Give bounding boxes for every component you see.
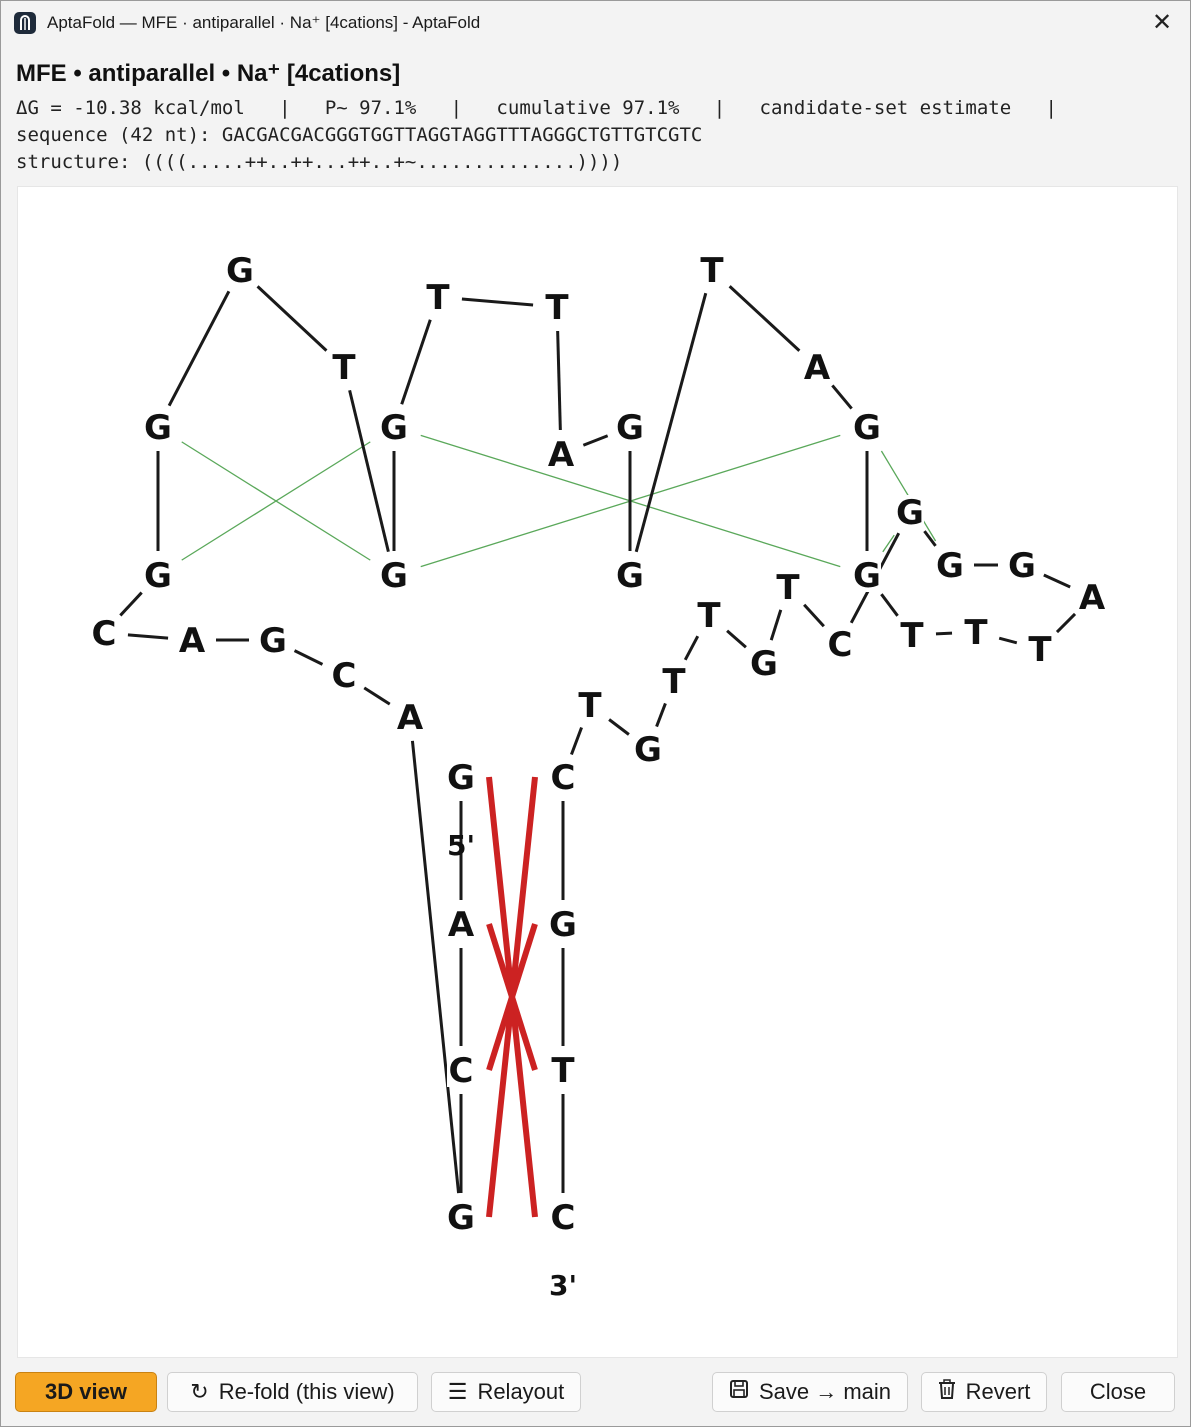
backbone-segment xyxy=(728,285,801,352)
aptafold-logo-icon xyxy=(14,12,36,34)
nucleotide-g: G xyxy=(853,556,881,596)
structure-diagram[interactable]: GACGACGACGGGTGGT TAGGTAGGT T TAGGGCTGTTGTCG… xyxy=(18,187,1177,1357)
nucleotide-c: C xyxy=(551,758,576,798)
refresh-icon: ↻ xyxy=(190,1379,209,1404)
nucleotide-g: G xyxy=(936,546,964,586)
backbone-segment xyxy=(803,603,825,628)
relayout-label: Relayout xyxy=(477,1379,565,1404)
nucleotide-t: T xyxy=(1028,630,1052,670)
window-title: AptaFold — MFE · antiparallel · Na⁺ [4ca… xyxy=(47,13,481,32)
backbone-segment xyxy=(410,740,461,1194)
revert-label: Revert xyxy=(965,1379,1031,1404)
nucleotide-g: G xyxy=(447,1198,475,1238)
backbone-segment xyxy=(726,629,747,649)
nucleotide-g: G xyxy=(259,621,287,661)
backbone-segment xyxy=(831,384,853,410)
nucleotide-a: A xyxy=(448,905,475,945)
nucleotide-t: T xyxy=(964,613,988,653)
nucleotide-g: G xyxy=(549,905,577,945)
nucleotide-t: T xyxy=(900,616,924,656)
backbone-segment xyxy=(769,609,783,641)
nucleotide-g: G xyxy=(380,408,408,448)
nucleotide-g: G xyxy=(853,408,881,448)
refold-button[interactable]: ↻ Re-fold (this view) xyxy=(167,1372,418,1412)
nucleotide-g: G xyxy=(226,251,254,291)
nucleotide-t: T xyxy=(697,596,721,636)
backbone-segment xyxy=(1055,612,1077,634)
backbone-segment xyxy=(570,726,583,756)
nucleotide-g: G xyxy=(447,758,475,798)
nucleotide-a: A xyxy=(804,348,831,388)
backbone-segment xyxy=(167,290,231,407)
nucleotide-a: A xyxy=(179,621,206,661)
backbone-segment xyxy=(461,297,534,307)
energy-stats: ΔG = -10.38 kcal/mol | P~ 97.1% | cumula… xyxy=(16,97,1057,119)
trash-icon xyxy=(938,1379,956,1405)
3d-view-label: 3D view xyxy=(45,1379,127,1404)
relayout-button[interactable]: ☰ Relayout xyxy=(431,1372,581,1412)
nucleotide-a: A xyxy=(548,435,575,475)
nucleotide-g: G xyxy=(144,408,172,448)
sequence-line: sequence (42 nt): GACGACGACGGGTGGTTAGGTA… xyxy=(16,124,703,146)
five-prime-label: 5' xyxy=(447,829,475,862)
result-headline: MFE • antiparallel • Na⁺ [4cations] xyxy=(16,60,401,87)
save-to-main-button[interactable]: Save → main xyxy=(712,1372,908,1412)
nucleotide-c: C xyxy=(92,614,117,654)
nucleotide-c: C xyxy=(551,1198,576,1238)
save-label: Save → main xyxy=(758,1379,892,1404)
floppy-disk-icon xyxy=(729,1379,749,1405)
backbone-segment xyxy=(119,591,143,617)
nucleotide-t: T xyxy=(662,662,686,702)
backbone-segment xyxy=(582,434,609,447)
backbone-segment xyxy=(363,686,391,706)
close-icon[interactable]: ✕ xyxy=(1148,9,1176,37)
nucleotide-t: T xyxy=(551,1051,575,1091)
close-label: Close xyxy=(1089,1379,1147,1404)
nucleotide-g: G xyxy=(896,493,924,533)
backbone-segment xyxy=(655,702,667,728)
nucleotide-t: T xyxy=(776,568,800,608)
nucleotide-c: C xyxy=(828,625,853,665)
title-bar: AptaFold — MFE · antiparallel · Na⁺ [4ca… xyxy=(1,1,1190,47)
backbone-segment xyxy=(556,330,562,431)
nucleotide-t: T xyxy=(332,348,356,388)
aptafold-window: AptaFold — MFE · antiparallel · Na⁺ [4ca… xyxy=(0,0,1191,1427)
nucleotide-g: G xyxy=(144,556,172,596)
three-prime-label: 3' xyxy=(549,1269,577,1302)
close-button[interactable]: Close xyxy=(1061,1372,1175,1412)
structure-canvas[interactable]: GACGACGACGGGTGGTTAGGTAGGTTTAGGGCTGTTGTCG… xyxy=(17,186,1178,1358)
backbone-segment xyxy=(1043,573,1071,589)
nucleotide-t: T xyxy=(545,288,569,328)
backbone-segment xyxy=(880,593,899,617)
refold-label: Re-fold (this view) xyxy=(218,1379,395,1404)
nucleotide-t: T xyxy=(426,278,450,318)
nucleotide-g: G xyxy=(634,730,662,770)
backbone-segment xyxy=(935,631,953,636)
nucleotide-g: G xyxy=(750,644,778,684)
backbone-segment xyxy=(256,285,328,352)
backbone-segment xyxy=(293,649,324,666)
nucleotide-g: G xyxy=(380,556,408,596)
nucleotide-a: A xyxy=(1079,578,1106,618)
backbone-segment xyxy=(127,633,169,640)
nucleotide-c: C xyxy=(449,1051,474,1091)
nucleotide-c: C xyxy=(332,656,357,696)
structure-line: structure: ((((.....++..++...++..+~.....… xyxy=(16,151,623,173)
nucleotide-t: T xyxy=(578,686,602,726)
nucleotide-t: T xyxy=(700,251,724,291)
backbone-segment xyxy=(608,718,630,736)
nucleotide-g: G xyxy=(1008,546,1036,586)
nucleotide-g: G xyxy=(616,408,644,448)
revert-button[interactable]: Revert xyxy=(921,1372,1047,1412)
lines-icon: ☰ xyxy=(447,1379,468,1404)
3d-view-button[interactable]: 3D view xyxy=(15,1372,157,1412)
backbone-segment xyxy=(683,635,700,661)
backbone-segment xyxy=(400,319,432,405)
nucleotide-g: G xyxy=(616,556,644,596)
nucleotide-a: A xyxy=(397,698,424,738)
backbone-segment xyxy=(998,636,1018,645)
